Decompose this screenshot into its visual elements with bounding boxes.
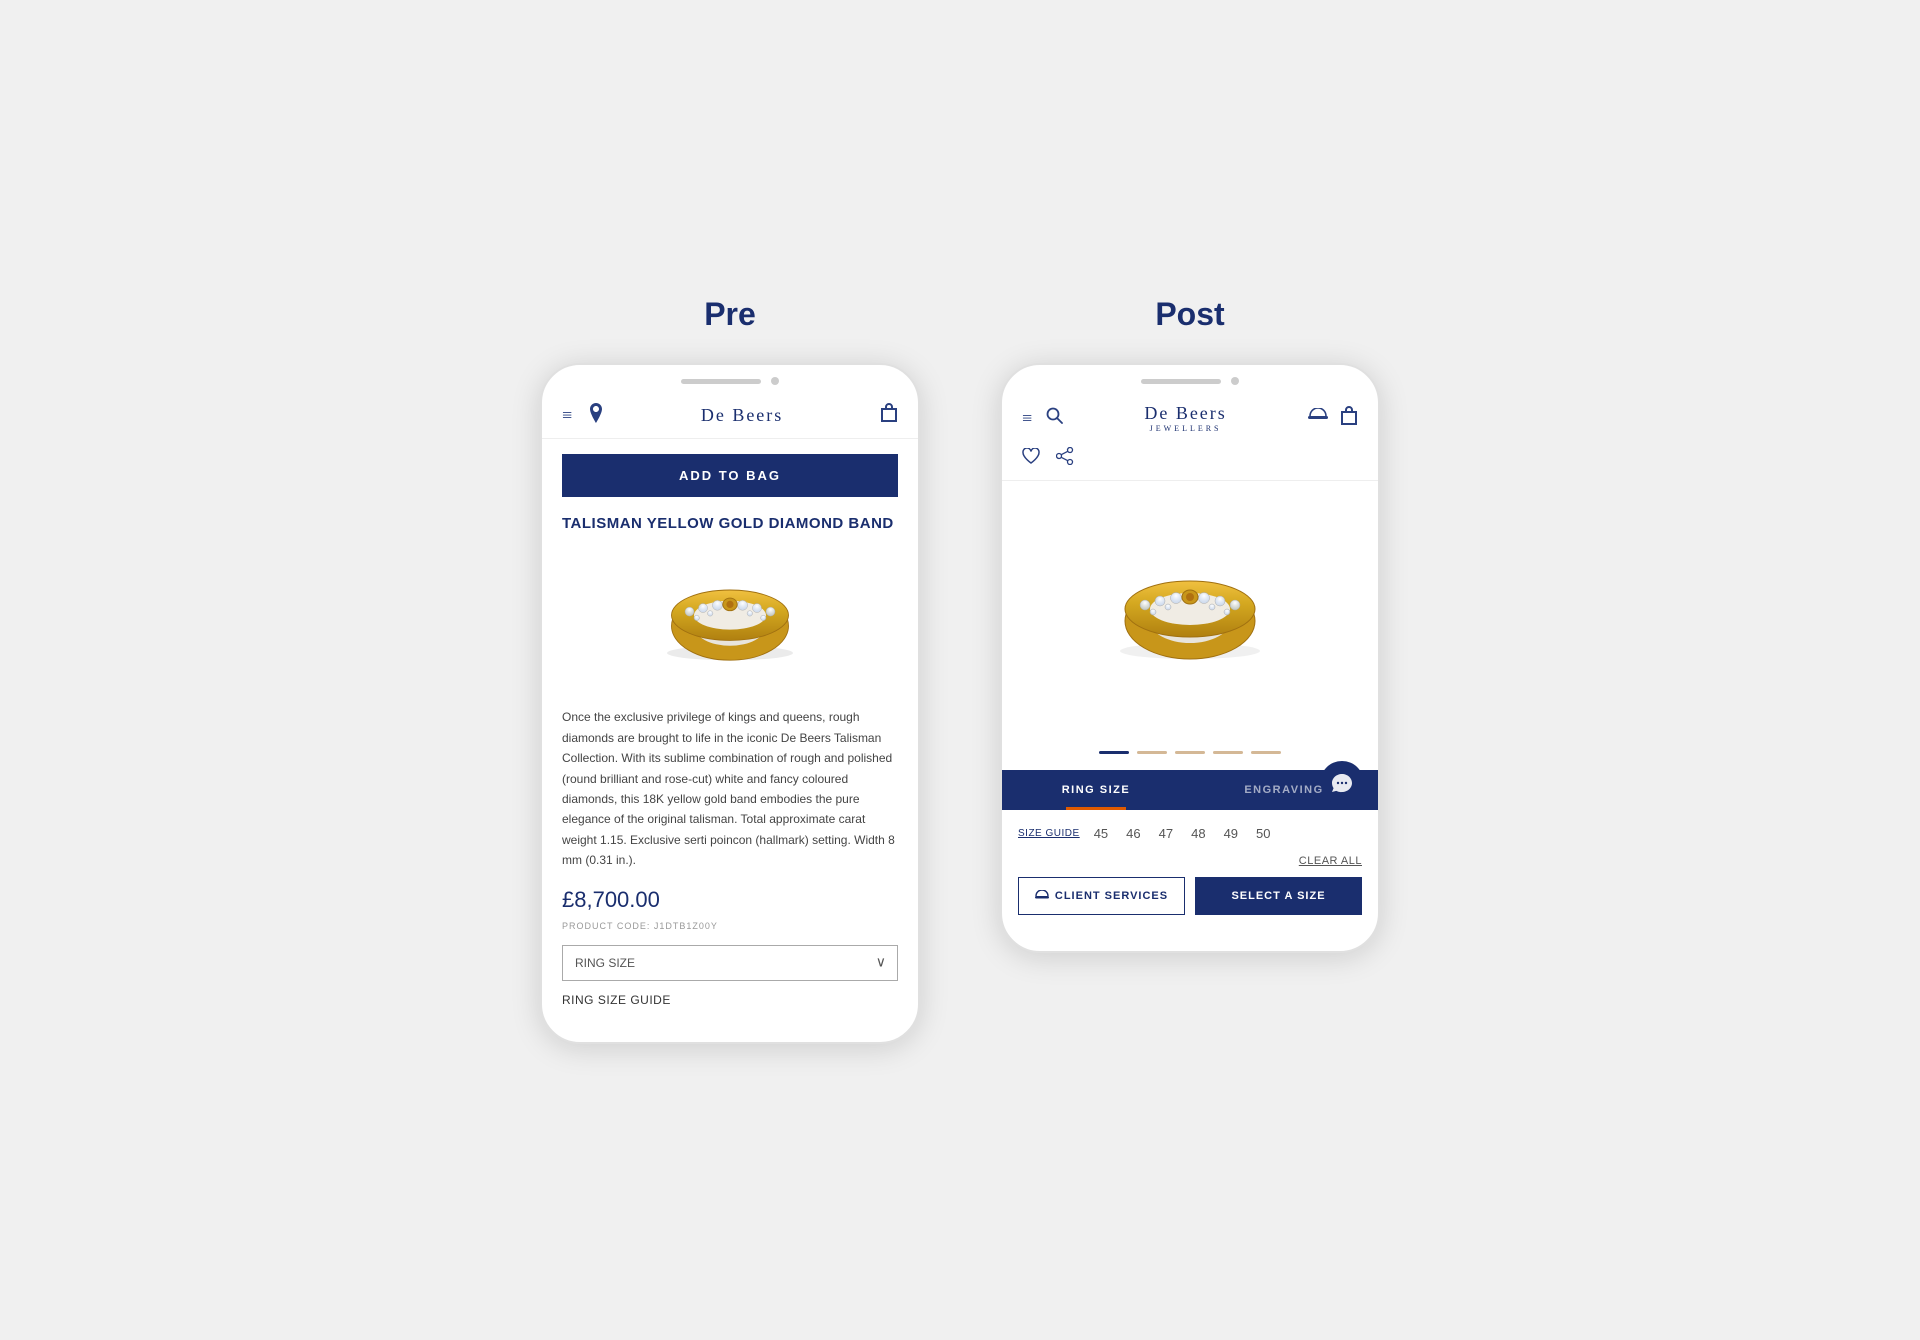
carousel-dot-1[interactable] [1099,751,1129,754]
post-nav-right [1308,406,1358,431]
post-ring-area [1002,481,1378,741]
clear-all-row: CLEAR ALL [1002,851,1378,877]
pre-notch-bar [542,365,918,393]
post-title: Post [1155,296,1224,333]
post-brand-sub: JEWELLERS [1063,424,1308,433]
post-menu-icon[interactable]: ≡ [1022,408,1032,429]
post-hat-icon[interactable] [1308,408,1328,429]
client-services-button[interactable]: CLIENT SERVICES [1018,877,1185,915]
pre-column: Pre ≡ De Beers [540,296,920,1043]
page-wrapper: Pre ≡ De Beers [20,256,1900,1083]
size-49[interactable]: 49 [1220,824,1242,843]
product-code: PRODUCT CODE: J1DTB1Z00Y [562,921,898,931]
pre-phone: ≡ De Beers [540,363,920,1043]
size-47[interactable]: 47 [1155,824,1177,843]
carousel-dot-3[interactable] [1175,751,1205,754]
select-size-button[interactable]: SELECT A SIZE [1195,877,1362,915]
pre-content: ADD TO BAG TALISMAN YELLOW GOLD DIAMOND … [542,439,918,1021]
ring-svg [640,547,820,687]
pre-brand-center: De Beers [604,405,880,426]
post-nav-left: ≡ [1022,407,1063,429]
pre-nav-left: ≡ [562,403,604,428]
size-45[interactable]: 45 [1090,824,1112,843]
hat-small-icon [1035,890,1049,902]
post-dot [1231,377,1239,385]
carousel-dot-4[interactable] [1213,751,1243,754]
size-50[interactable]: 50 [1252,824,1274,843]
post-brand-name: De Beers [1144,403,1226,423]
size-guide-row: SIZE GUIDE 45 46 47 48 49 50 [1002,810,1378,851]
ring-size-select[interactable]: RING SIZE 45 46 47 48 49 50 [562,945,898,981]
post-share-icon[interactable] [1056,447,1074,470]
tab-ring-size[interactable]: RING SIZE [1002,770,1190,810]
pre-dot [771,377,779,385]
location-icon[interactable] [588,403,604,428]
size-guide-label[interactable]: SIZE GUIDE [1018,828,1080,839]
product-title: TALISMAN YELLOW GOLD DIAMOND BAND [562,515,898,532]
post-nav-bar: ≡ De Beers JEWELLERS [1002,393,1378,441]
post-brand-center: De Beers JEWELLERS [1063,403,1308,433]
post-search-icon[interactable] [1046,407,1063,429]
product-price: £8,700.00 [562,887,898,913]
menu-icon[interactable]: ≡ [562,405,572,426]
bag-icon[interactable] [880,403,898,428]
size-46[interactable]: 46 [1122,824,1144,843]
carousel-dot-2[interactable] [1137,751,1167,754]
tab-underline [1066,807,1126,810]
pre-nav-bar: ≡ De Beers [542,393,918,439]
post-phone: ≡ De Beers JEWELLERS [1000,363,1380,953]
post-bag-icon[interactable] [1340,406,1358,431]
pre-nav-right [880,403,898,428]
post-notch-bar [1002,365,1378,393]
post-column: Post ≡ De Beers [1000,296,1380,953]
tab-bar: RING SIZE ENGRAVING [1002,770,1378,810]
ring-size-select-wrapper: RING SIZE 45 46 47 48 49 50 [562,945,898,981]
add-to-bag-button[interactable]: ADD TO BAG [562,454,898,497]
pre-pill [681,379,761,384]
pre-ring-image [562,547,898,687]
carousel-dots [1002,741,1378,770]
post-pill [1141,379,1221,384]
clear-all-link[interactable]: CLEAR ALL [1299,855,1362,867]
product-description: Once the exclusive privilege of kings an… [562,707,898,870]
post-heart-icon[interactable] [1022,448,1040,469]
pre-brand-name: De Beers [701,405,783,425]
carousel-dot-5[interactable] [1251,751,1281,754]
pre-title: Pre [704,296,756,333]
post-sub-nav [1002,441,1378,481]
bottom-action-bar: CLIENT SERVICES SELECT A SIZE [1002,877,1378,931]
size-48[interactable]: 48 [1187,824,1209,843]
ring-size-guide-link[interactable]: RING SIZE GUIDE [562,993,898,1007]
post-ring-svg [1090,531,1290,691]
tab-engraving[interactable]: ENGRAVING [1190,770,1378,810]
